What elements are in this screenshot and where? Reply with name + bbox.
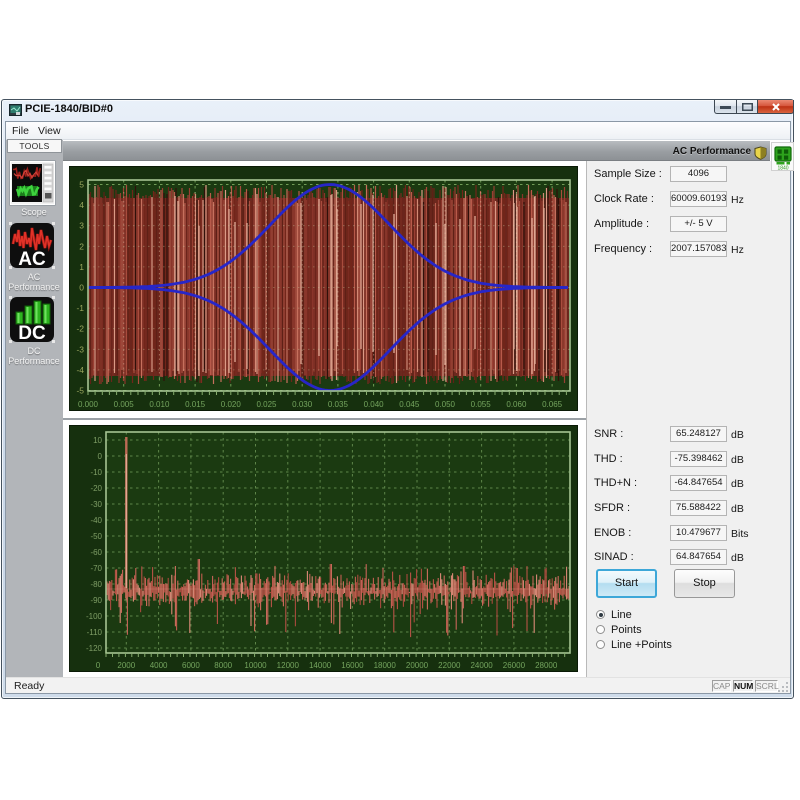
svg-text:14000: 14000: [309, 661, 332, 670]
svg-text:18000: 18000: [374, 661, 397, 670]
svg-text:3: 3: [79, 221, 84, 231]
svg-text:0.010: 0.010: [149, 400, 170, 409]
svg-text:-40: -40: [90, 516, 102, 525]
svg-text:-10: -10: [90, 468, 102, 477]
svg-text:0: 0: [98, 452, 103, 461]
svg-text:16000: 16000: [341, 661, 364, 670]
svg-text:-3: -3: [76, 344, 84, 354]
svg-text:0: 0: [79, 283, 84, 293]
svg-text:8000: 8000: [214, 661, 232, 670]
svg-text:2000: 2000: [117, 661, 135, 670]
svg-text:AC: AC: [18, 249, 46, 270]
svg-text:0.025: 0.025: [256, 400, 277, 409]
svg-text:0.015: 0.015: [185, 400, 206, 409]
svg-text:-5: -5: [76, 386, 84, 396]
svg-text:28000: 28000: [535, 661, 558, 670]
svg-text:24000: 24000: [470, 661, 493, 670]
svg-text:10000: 10000: [244, 661, 267, 670]
svg-text:0.020: 0.020: [221, 400, 242, 409]
svg-text:4000: 4000: [150, 661, 168, 670]
svg-text:0.050: 0.050: [435, 400, 456, 409]
svg-text:0.065: 0.065: [542, 400, 563, 409]
svg-text:12000: 12000: [277, 661, 300, 670]
svg-text:DC: DC: [18, 323, 46, 344]
svg-text:0.040: 0.040: [364, 400, 385, 409]
svg-text:-50: -50: [90, 532, 102, 541]
svg-text:-4: -4: [76, 365, 84, 375]
svg-text:-110: -110: [87, 628, 103, 637]
svg-text:0.055: 0.055: [471, 400, 492, 409]
svg-text:-1: -1: [76, 303, 84, 313]
svg-text:1: 1: [79, 262, 84, 272]
svg-text:-120: -120: [86, 644, 103, 653]
svg-text:0.045: 0.045: [399, 400, 420, 409]
svg-text:-70: -70: [90, 564, 102, 573]
svg-text:0.000: 0.000: [78, 400, 99, 409]
svg-text:0.060: 0.060: [506, 400, 527, 409]
svg-text:-80: -80: [90, 580, 102, 589]
svg-text:-60: -60: [90, 548, 102, 557]
svg-text:22000: 22000: [438, 661, 461, 670]
svg-text:0.005: 0.005: [114, 400, 135, 409]
svg-text:0: 0: [96, 661, 101, 670]
svg-text:-100: -100: [86, 612, 103, 621]
svg-text:10: 10: [93, 436, 102, 445]
svg-text:0.035: 0.035: [328, 400, 349, 409]
svg-text:26000: 26000: [503, 661, 526, 670]
svg-text:-2: -2: [76, 324, 84, 334]
svg-text:-90: -90: [90, 596, 102, 605]
svg-text:2: 2: [79, 241, 84, 251]
svg-text:0.030: 0.030: [292, 400, 313, 409]
svg-text:4: 4: [79, 200, 84, 210]
svg-text:-20: -20: [90, 484, 102, 493]
svg-text:5: 5: [79, 180, 84, 190]
svg-text:1840: 1840: [777, 166, 788, 172]
svg-text:6000: 6000: [182, 661, 200, 670]
svg-text:20000: 20000: [406, 661, 429, 670]
svg-text:-30: -30: [90, 500, 102, 509]
